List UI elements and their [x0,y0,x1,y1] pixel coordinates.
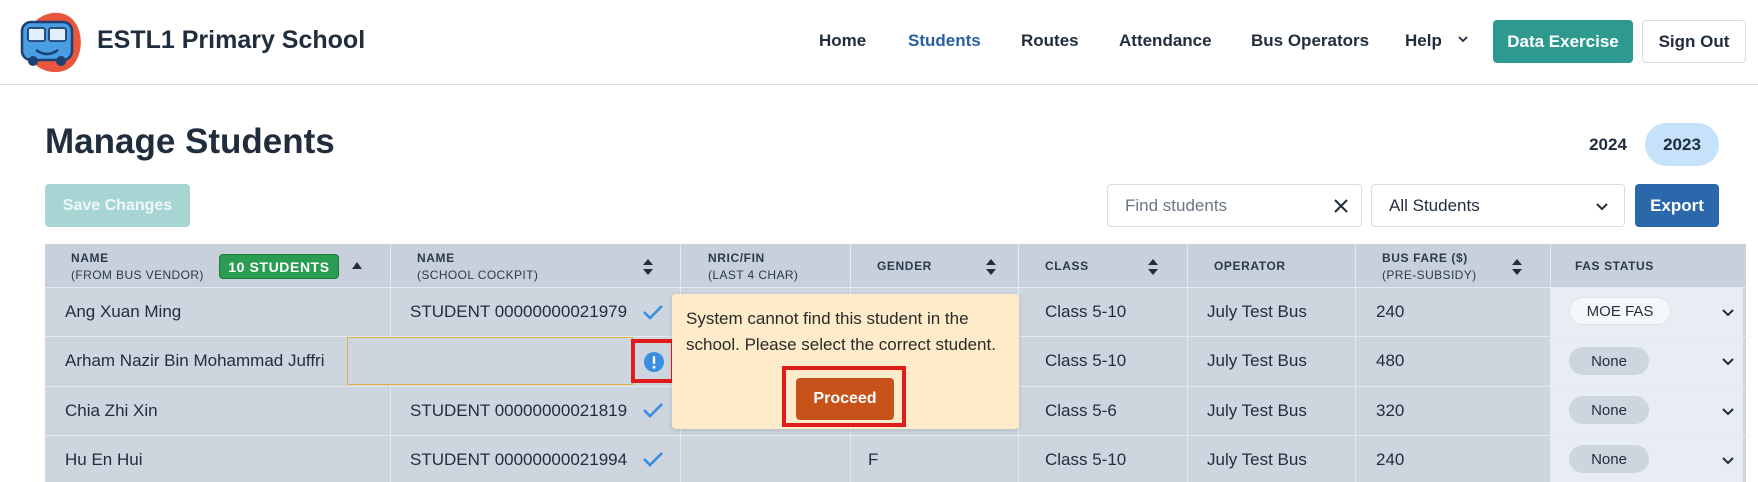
operator-cell: July Test Bus [1207,400,1307,420]
operator-cell: July Test Bus [1207,350,1307,370]
col-nric: NRIC/FIN (last 4 char) [708,244,798,287]
search-input[interactable] [1108,185,1328,226]
year-tab-2024[interactable]: 2024 [1578,123,1638,166]
col-name-vendor-sub: (from bus vendor) [71,268,204,282]
student-count-badge: 10 STUDENTS [219,254,339,279]
page-title: Manage Students [45,122,335,161]
student-filter-value: All Students [1389,195,1480,215]
save-changes-button[interactable]: Save Changes [45,184,190,227]
fare-cell: 240 [1376,301,1405,321]
bus-logo-icon[interactable] [20,8,84,74]
class-cell: Class 5-10 [1045,301,1127,321]
chevron-down-icon[interactable] [1721,354,1735,368]
col-fas-status: FAS Status [1575,259,1654,273]
year-tab-2023[interactable]: 2023 [1645,123,1719,166]
col-nric-label: NRIC/FIN [708,251,765,265]
school-name-empty-field[interactable] [347,337,633,385]
school-name-cell[interactable]: STUDENT 00000000021819 [410,386,627,435]
col-name-vendor: Name (from bus vendor) [71,244,204,287]
vendor-name-cell: Hu En Hui [65,449,143,469]
school-name-cell[interactable]: STUDENT 00000000021979 [410,287,627,336]
chevron-down-icon [1596,203,1608,211]
fare-cell: 320 [1376,400,1405,420]
table-row[interactable]: Hu En Hui STUDENT 00000000021994 F Class… [45,435,1758,482]
close-icon[interactable] [1331,196,1351,216]
col-class: Class [1045,259,1089,273]
chevron-down-icon [1457,36,1468,43]
operator-cell: July Test Bus [1207,449,1307,469]
col-bus-fare-sub: (pre-subsidy) [1382,268,1477,282]
highlight-box [631,339,675,383]
col-name-school: Name (school cockpit) [417,244,538,287]
sort-icon[interactable] [985,256,997,278]
vendor-name-cell: Chia Zhi Xin [65,400,158,420]
school-name: ESTL1 Primary School [97,26,366,54]
nav-help-label: Help [1405,31,1442,50]
table-header: Name (from bus vendor) 10 STUDENTS Name … [45,244,1758,287]
nav-routes[interactable]: Routes [1021,31,1079,51]
data-exercise-button[interactable]: Data Exercise [1493,20,1633,63]
nav-students[interactable]: Students [908,31,981,51]
nav-attendance[interactable]: Attendance [1119,31,1212,51]
page-edge [1746,244,1758,482]
vendor-name-cell: Arham Nazir Bin Mohammad Juffri [65,350,325,370]
check-icon [643,452,663,467]
export-button[interactable]: Export [1635,184,1719,227]
col-bus-fare-label: Bus Fare ($) [1382,251,1468,265]
fas-status-pill[interactable]: None [1569,445,1649,473]
operator-cell: July Test Bus [1207,301,1307,321]
top-nav-bar: ESTL1 Primary School Home Students Route… [0,0,1758,85]
fas-status-pill[interactable]: MOE FAS [1569,297,1671,325]
check-icon [643,305,663,320]
gender-cell: F [868,449,879,469]
fas-status-pill[interactable]: None [1569,396,1649,424]
nav-home[interactable]: Home [819,31,866,51]
school-name-cell[interactable]: STUDENT 00000000021994 [410,435,627,482]
popover-message: System cannot find this student in the s… [686,309,996,354]
class-cell: Class 5-6 [1045,400,1117,420]
class-cell: Class 5-10 [1045,350,1127,370]
col-operator: Operator [1214,259,1286,273]
sort-icon[interactable] [1511,256,1523,278]
col-gender: Gender [877,259,932,273]
col-name-school-sub: (school cockpit) [417,268,539,282]
student-filter-select[interactable]: All Students [1371,184,1625,227]
fare-cell: 240 [1376,449,1405,469]
sort-icon[interactable] [1147,256,1159,278]
sort-icon[interactable] [642,256,654,278]
highlight-box [782,366,906,427]
nav-bus-operators[interactable]: Bus Operators [1251,31,1369,51]
chevron-down-icon[interactable] [1721,305,1735,319]
sign-out-button[interactable]: Sign Out [1642,20,1746,63]
col-nric-sub: (last 4 char) [708,268,799,282]
fare-cell: 480 [1376,350,1405,370]
col-name-school-label: Name [417,251,455,265]
search-box [1107,184,1362,227]
chevron-down-icon[interactable] [1721,453,1735,467]
col-name-vendor-label: Name [71,251,109,265]
vendor-name-cell: Ang Xuan Ming [65,301,182,321]
chevron-down-icon[interactable] [1721,404,1735,418]
col-bus-fare: Bus Fare ($) (pre-subsidy) [1382,244,1477,287]
fas-status-pill[interactable]: None [1569,347,1649,375]
class-cell: Class 5-10 [1045,449,1127,469]
check-icon [643,403,663,418]
sort-ascending-icon[interactable] [351,260,363,270]
nav-help[interactable]: Help [1405,31,1469,51]
